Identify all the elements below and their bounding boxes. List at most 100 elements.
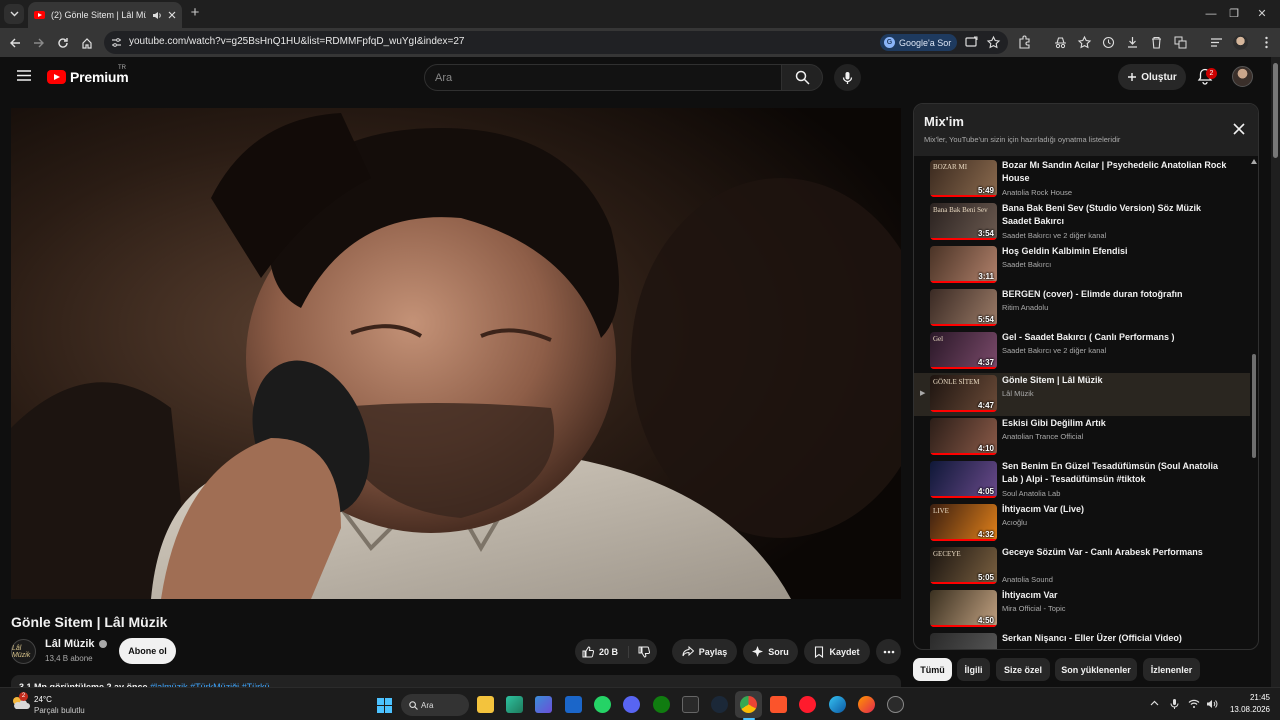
reading-list-icon[interactable] — [1209, 35, 1224, 50]
reload-button[interactable] — [53, 33, 73, 53]
steam-icon[interactable] — [711, 696, 728, 713]
scroll-up-arrow-icon[interactable] — [1251, 159, 1257, 164]
share-button[interactable]: Paylaş — [672, 639, 737, 664]
epic-games-icon[interactable] — [682, 696, 699, 713]
video-player[interactable] — [11, 108, 901, 599]
new-tab-button[interactable]: + — [188, 5, 202, 20]
playlist-item[interactable]: GECEYE 5:05 Geceye Sözüm Var - Canlı Arabe… — [914, 545, 1250, 588]
wifi-icon[interactable] — [1188, 699, 1200, 709]
tab-close-icon[interactable] — [168, 11, 176, 19]
close-window-button[interactable]: ✕ — [1254, 6, 1270, 22]
filter-chip[interactable]: Son yüklenenler — [1055, 658, 1137, 681]
playlist-item-thumbnail[interactable]: LIVE 4:32 — [930, 504, 997, 541]
page-scrollbar[interactable] — [1271, 57, 1280, 687]
home-button[interactable] — [77, 33, 97, 53]
history-icon[interactable] — [1101, 35, 1116, 50]
playlist-item[interactable]: Gel 4:37 Gel - Saadet Bakırcı ( Canlı Perf… — [914, 330, 1250, 373]
clock-date[interactable]: 13.08.2026 — [1225, 705, 1270, 714]
xbox-icon[interactable] — [653, 696, 670, 713]
voice-search-button[interactable] — [834, 64, 861, 91]
tab-search-button[interactable] — [4, 4, 24, 24]
chrome-icon[interactable] — [740, 696, 757, 713]
playlist-item-thumbnail[interactable]: Bana Bak Beni Sev 3:54 — [930, 203, 997, 240]
playlist-item[interactable]: ▶ GÖNLE SİTEM 4:47 Gönle Sitem | Lâl Müzik L… — [914, 373, 1250, 416]
trash-icon[interactable] — [1149, 35, 1164, 50]
file-explorer-icon[interactable] — [477, 696, 494, 713]
widgets-app-icon[interactable] — [506, 696, 523, 713]
thumbs-down-icon[interactable] — [638, 646, 650, 658]
playlist-item[interactable]: Serkan Nişancı - Eller Üzer (Official Vi… — [914, 631, 1250, 649]
speaker-icon[interactable] — [152, 11, 162, 20]
url-text[interactable]: youtube.com/watch?v=g25BsHnQ1HU&list=RDM… — [129, 36, 464, 47]
account-avatar[interactable] — [1232, 66, 1253, 87]
ask-google-button[interactable]: G Google'a Sor — [880, 34, 958, 51]
minimize-button[interactable]: — — [1203, 6, 1219, 22]
edge-icon[interactable] — [829, 696, 846, 713]
filter-chip[interactable]: İlgili — [957, 658, 990, 681]
whatsapp-icon[interactable] — [594, 696, 611, 713]
settings-gear-icon[interactable] — [887, 696, 904, 713]
playlist-item[interactable]: 4:50 İhtiyacım Var Mira Official - Topic — [914, 588, 1250, 631]
discord-icon[interactable] — [623, 696, 640, 713]
bookmark-star-icon[interactable] — [986, 35, 1001, 50]
restore-button[interactable]: ❐ — [1226, 6, 1242, 22]
search-box[interactable] — [424, 64, 782, 91]
playlist-item-thumbnail[interactable]: 4:10 — [930, 418, 997, 455]
address-bar[interactable]: youtube.com/watch?v=g25BsHnQ1HU&list=RDM… — [104, 31, 1008, 54]
incognito-extension-icon[interactable] — [1053, 35, 1068, 50]
playlist-item[interactable]: BOZAR MI 5:49 Bozar Mı Sandın Acılar | Psy… — [914, 158, 1250, 201]
playlist-item[interactable]: 3:11 Hoş Geldin Kalbimin Efendisi Saadet B… — [914, 244, 1250, 287]
download-icon[interactable] — [1125, 35, 1140, 50]
brave-icon[interactable] — [770, 696, 787, 713]
youtube-premium-logo[interactable]: Premium TR — [47, 65, 129, 85]
windows-start-icon[interactable] — [377, 698, 392, 713]
playlist-item[interactable]: 5:54 BERGEN (cover) - Elimde duran fotoğr… — [914, 287, 1250, 330]
microsoft-store-icon[interactable] — [535, 696, 552, 713]
forward-button[interactable] — [29, 33, 49, 53]
search-input[interactable] — [425, 65, 781, 90]
ask-button[interactable]: Soru — [743, 639, 798, 664]
page-scrollbar-thumb[interactable] — [1273, 63, 1278, 158]
filter-chip[interactable]: Tümü — [913, 658, 952, 681]
playlist-item-thumbnail[interactable]: 4:05 — [930, 461, 997, 498]
playlist-item[interactable]: 4:05 Sen Benim En Güzel Tesadüfümsün (Sou… — [914, 459, 1250, 502]
playlist-item-thumbnail[interactable]: 5:54 — [930, 289, 997, 326]
like-button[interactable]: 20 B — [582, 645, 629, 658]
favorites-star-icon[interactable] — [1077, 35, 1092, 50]
filter-chip[interactable]: İzlenenler — [1143, 658, 1200, 681]
playlist-item[interactable]: 4:10 Eskisi Gibi Değilim Artık Anatolian T… — [914, 416, 1250, 459]
taskbar-search[interactable]: Ara — [401, 694, 469, 716]
menu-hamburger-icon[interactable] — [17, 70, 31, 81]
install-app-icon[interactable] — [964, 35, 979, 50]
outlook-icon[interactable] — [565, 696, 582, 713]
opera-icon[interactable] — [799, 696, 816, 713]
playlist-scrollbar[interactable] — [1252, 354, 1256, 458]
volume-icon[interactable] — [1206, 699, 1218, 709]
subscribe-button[interactable]: Abone ol — [119, 638, 176, 664]
channel-name-link[interactable]: Lâl Müzik — [45, 638, 107, 650]
translate-icon[interactable] — [1173, 35, 1188, 50]
channel-avatar[interactable]: Lâl Müzik — [11, 639, 36, 664]
firefox-icon[interactable] — [858, 696, 875, 713]
save-button[interactable]: Kaydet — [804, 639, 870, 664]
tray-overflow-chevron-icon[interactable] — [1150, 700, 1159, 706]
clock-time[interactable]: 21:45 — [1242, 693, 1270, 702]
playlist-item-thumbnail[interactable]: GECEYE 5:05 — [930, 547, 997, 584]
playlist-item[interactable]: LIVE 4:32 İhtiyacım Var (Live) Acıoğlu — [914, 502, 1250, 545]
close-icon[interactable] — [1232, 122, 1246, 136]
playlist-item-thumbnail[interactable]: GÖNLE SİTEM 4:47 — [930, 375, 997, 412]
extensions-puzzle-icon[interactable] — [1017, 35, 1032, 50]
browser-tab[interactable]: (2) Gönle Sitem | Lâl Müzik — [28, 2, 182, 28]
playlist-item-thumbnail[interactable]: 4:50 — [930, 590, 997, 627]
profile-avatar[interactable] — [1233, 35, 1248, 50]
playlist-item-thumbnail[interactable]: Gel 4:37 — [930, 332, 997, 369]
more-vertical-icon[interactable] — [1259, 35, 1274, 50]
search-button[interactable] — [781, 64, 823, 91]
create-button[interactable]: Oluştur — [1118, 64, 1186, 90]
playlist-item-thumbnail[interactable]: BOZAR MI 5:49 — [930, 160, 997, 197]
playlist-item-thumbnail[interactable]: 3:11 — [930, 246, 997, 283]
back-button[interactable] — [5, 33, 25, 53]
more-actions-button[interactable] — [876, 639, 901, 664]
playlist-item[interactable]: Bana Bak Beni Sev 3:54 Bana Bak Beni Sev (… — [914, 201, 1250, 244]
filter-chip[interactable]: Size özel — [996, 658, 1050, 681]
